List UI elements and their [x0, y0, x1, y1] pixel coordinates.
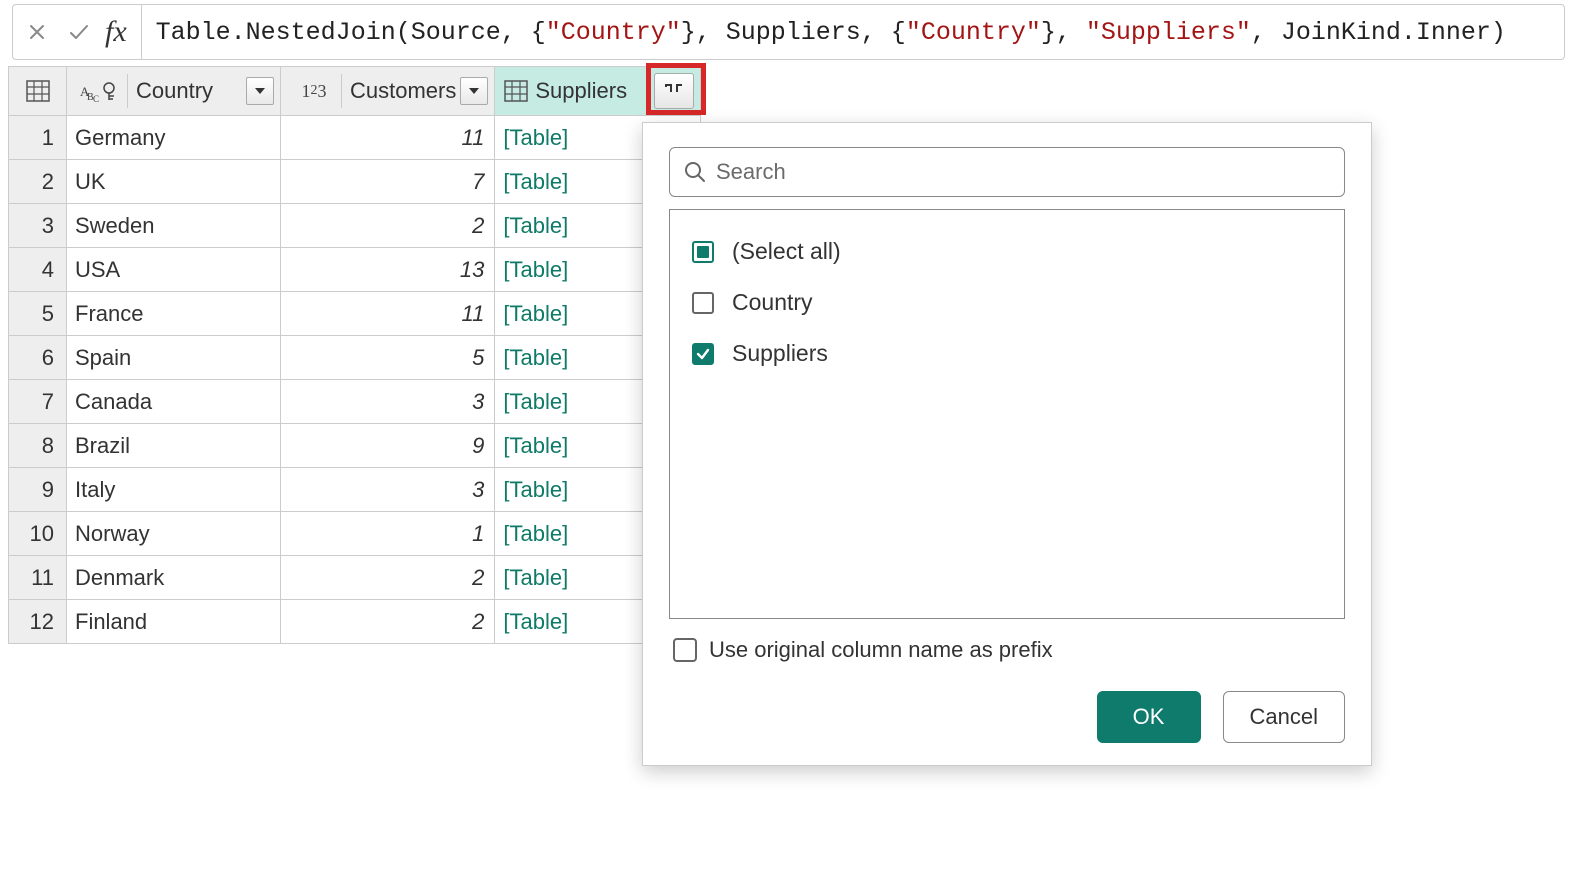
table-row[interactable]: 8Brazil9[Table]	[9, 424, 701, 468]
table-row[interactable]: 10Norway1[Table]	[9, 512, 701, 556]
cell-customers[interactable]: 3	[281, 380, 495, 424]
cell-customers[interactable]: 2	[281, 600, 495, 644]
column-header-suppliers[interactable]: Suppliers	[495, 67, 701, 116]
option-label: Suppliers	[732, 340, 828, 367]
cell-customers[interactable]: 1	[281, 512, 495, 556]
option-label: (Select all)	[732, 238, 841, 265]
search-icon	[684, 161, 706, 183]
table-row[interactable]: 3Sweden2[Table]	[9, 204, 701, 248]
ok-button[interactable]: OK	[1097, 691, 1201, 743]
column-header-customers[interactable]: 123 Customers	[281, 67, 495, 116]
row-number[interactable]: 9	[9, 468, 67, 512]
cell-customers[interactable]: 2	[281, 204, 495, 248]
column-label: Country	[136, 78, 242, 104]
column-label: Suppliers	[535, 78, 650, 104]
column-option[interactable]: Suppliers	[688, 328, 1326, 379]
cell-country[interactable]: Italy	[67, 468, 281, 512]
table-row[interactable]: 6Spain5[Table]	[9, 336, 701, 380]
checkbox-indeterminate-icon	[692, 241, 714, 263]
row-number[interactable]: 3	[9, 204, 67, 248]
cell-customers[interactable]: 5	[281, 336, 495, 380]
cancel-button[interactable]: Cancel	[1223, 691, 1345, 743]
table-row[interactable]: 11Denmark2[Table]	[9, 556, 701, 600]
commit-formula-button[interactable]	[63, 16, 95, 48]
select-all-corner[interactable]	[9, 67, 67, 116]
expand-icon	[663, 82, 685, 100]
table-row[interactable]: 2UK7[Table]	[9, 160, 701, 204]
cell-country[interactable]: Finland	[67, 600, 281, 644]
row-number[interactable]: 10	[9, 512, 67, 556]
row-number[interactable]: 8	[9, 424, 67, 468]
cell-customers[interactable]: 11	[281, 292, 495, 336]
search-input[interactable]	[716, 159, 1330, 185]
column-label: Customers	[350, 78, 456, 104]
table-row[interactable]: 12Finland2[Table]	[9, 600, 701, 644]
cancel-formula-button[interactable]	[21, 16, 53, 48]
row-number[interactable]: 12	[9, 600, 67, 644]
fx-icon: fx	[105, 15, 133, 49]
cell-country[interactable]: UK	[67, 160, 281, 204]
table-row[interactable]: 1Germany11[Table]	[9, 116, 701, 160]
chevron-down-icon	[468, 86, 480, 96]
option-label: Country	[732, 289, 813, 316]
search-input-wrap	[669, 147, 1345, 197]
filter-button-customers[interactable]	[460, 77, 488, 105]
table-icon	[26, 80, 50, 102]
cell-country[interactable]: Sweden	[67, 204, 281, 248]
row-number[interactable]: 7	[9, 380, 67, 424]
cell-customers[interactable]: 9	[281, 424, 495, 468]
use-prefix-option[interactable]: Use original column name as prefix	[669, 637, 1345, 663]
table-row[interactable]: 5France11[Table]	[9, 292, 701, 336]
cell-customers[interactable]: 3	[281, 468, 495, 512]
table-row[interactable]: 7Canada3[Table]	[9, 380, 701, 424]
cell-country[interactable]: Spain	[67, 336, 281, 380]
cell-customers[interactable]: 7	[281, 160, 495, 204]
cell-country[interactable]: Brazil	[67, 424, 281, 468]
table-row[interactable]: 9Italy3[Table]	[9, 468, 701, 512]
cell-customers[interactable]: 2	[281, 556, 495, 600]
row-number[interactable]: 5	[9, 292, 67, 336]
cell-country[interactable]: Germany	[67, 116, 281, 160]
row-number[interactable]: 4	[9, 248, 67, 292]
popup-button-row: OK Cancel	[669, 691, 1345, 743]
prefix-label: Use original column name as prefix	[709, 637, 1053, 663]
expand-column-popup: (Select all) Country Suppliers Use origin…	[642, 122, 1372, 766]
cell-country[interactable]: Norway	[67, 512, 281, 556]
formula-bar: fx Table.NestedJoin(Source, {"Country"},…	[12, 4, 1565, 60]
formula-actions: fx	[13, 5, 142, 59]
checkbox-checked-icon	[692, 343, 714, 365]
cell-customers[interactable]: 13	[281, 248, 495, 292]
expand-button-suppliers[interactable]	[654, 73, 694, 109]
table-row[interactable]: 4USA13[Table]	[9, 248, 701, 292]
cell-country[interactable]: Canada	[67, 380, 281, 424]
chevron-down-icon	[254, 86, 266, 96]
checkbox-unchecked-icon	[673, 638, 697, 662]
svg-text:C: C	[93, 94, 99, 104]
column-header-country[interactable]: A B C Country	[67, 67, 281, 116]
number-type-icon: 123	[287, 74, 342, 108]
row-number[interactable]: 11	[9, 556, 67, 600]
row-number[interactable]: 1	[9, 116, 67, 160]
filter-button-country[interactable]	[246, 77, 274, 105]
cell-country[interactable]: USA	[67, 248, 281, 292]
column-option[interactable]: Country	[688, 277, 1326, 328]
column-options-list: (Select all) Country Suppliers	[669, 209, 1345, 619]
checkbox-unchecked-icon	[692, 292, 714, 314]
row-number[interactable]: 2	[9, 160, 67, 204]
row-number[interactable]: 6	[9, 336, 67, 380]
cell-customers[interactable]: 11	[281, 116, 495, 160]
table-type-icon	[501, 80, 531, 102]
cell-country[interactable]: Denmark	[67, 556, 281, 600]
formula-input[interactable]: Table.NestedJoin(Source, {"Country"}, Su…	[142, 18, 1564, 47]
select-all-option[interactable]: (Select all)	[688, 226, 1326, 277]
cell-country[interactable]: France	[67, 292, 281, 336]
text-key-type-icon: A B C	[73, 74, 128, 108]
